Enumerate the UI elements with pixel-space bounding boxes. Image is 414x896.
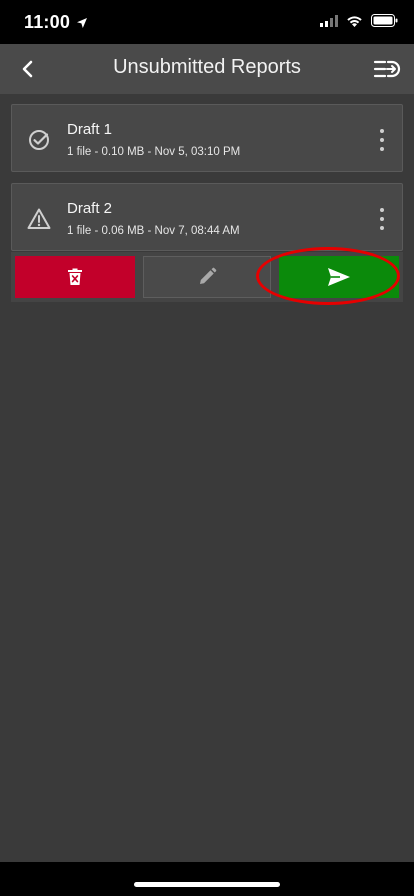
send-button[interactable]: [279, 256, 399, 298]
status-time: 11:00: [24, 12, 71, 32]
app-header: Unsubmitted Reports: [0, 44, 414, 94]
more-dot: [380, 226, 384, 230]
battery-icon: [371, 14, 398, 27]
more-options-button[interactable]: [372, 208, 392, 230]
location-arrow-icon: [77, 17, 88, 28]
more-dot: [380, 138, 384, 142]
report-meta: 1 file - 0.06 MB - Nov 7, 08:44 AM: [67, 225, 240, 237]
check-circle-icon: [29, 130, 49, 150]
edit-button[interactable]: [143, 256, 271, 298]
delete-button[interactable]: [15, 256, 135, 298]
page-title: Unsubmitted Reports: [113, 56, 301, 78]
status-time-group: 11:00: [24, 12, 88, 33]
more-dot: [380, 217, 384, 221]
report-title: Draft 1: [67, 121, 113, 138]
wifi-icon: [347, 15, 362, 27]
queue-menu-icon: [373, 60, 401, 78]
report-item-draft-2[interactable]: Draft 2 1 file - 0.06 MB - Nov 7, 08:44 …: [11, 183, 403, 251]
warning-triangle-icon: [27, 208, 51, 229]
more-dot: [380, 129, 384, 133]
trash-icon: [68, 268, 82, 285]
report-item-draft-1[interactable]: Draft 1 1 file - 0.10 MB - Nov 5, 03:10 …: [11, 104, 403, 172]
report-meta: 1 file - 0.10 MB - Nov 5, 03:10 PM: [67, 146, 241, 158]
status-indicators: [320, 14, 398, 27]
queue-menu-button[interactable]: [370, 52, 404, 86]
send-icon: [328, 268, 350, 286]
report-actions: [11, 252, 403, 302]
more-dot: [380, 147, 384, 151]
more-options-button[interactable]: [372, 129, 392, 151]
report-title: Draft 2: [67, 200, 113, 217]
home-indicator-bar: [0, 862, 414, 896]
cellular-signal-icon: [320, 14, 338, 27]
pencil-icon: [200, 267, 217, 284]
status-bar: 11:00: [0, 0, 414, 44]
home-indicator[interactable]: [134, 882, 280, 887]
more-dot: [380, 208, 384, 212]
